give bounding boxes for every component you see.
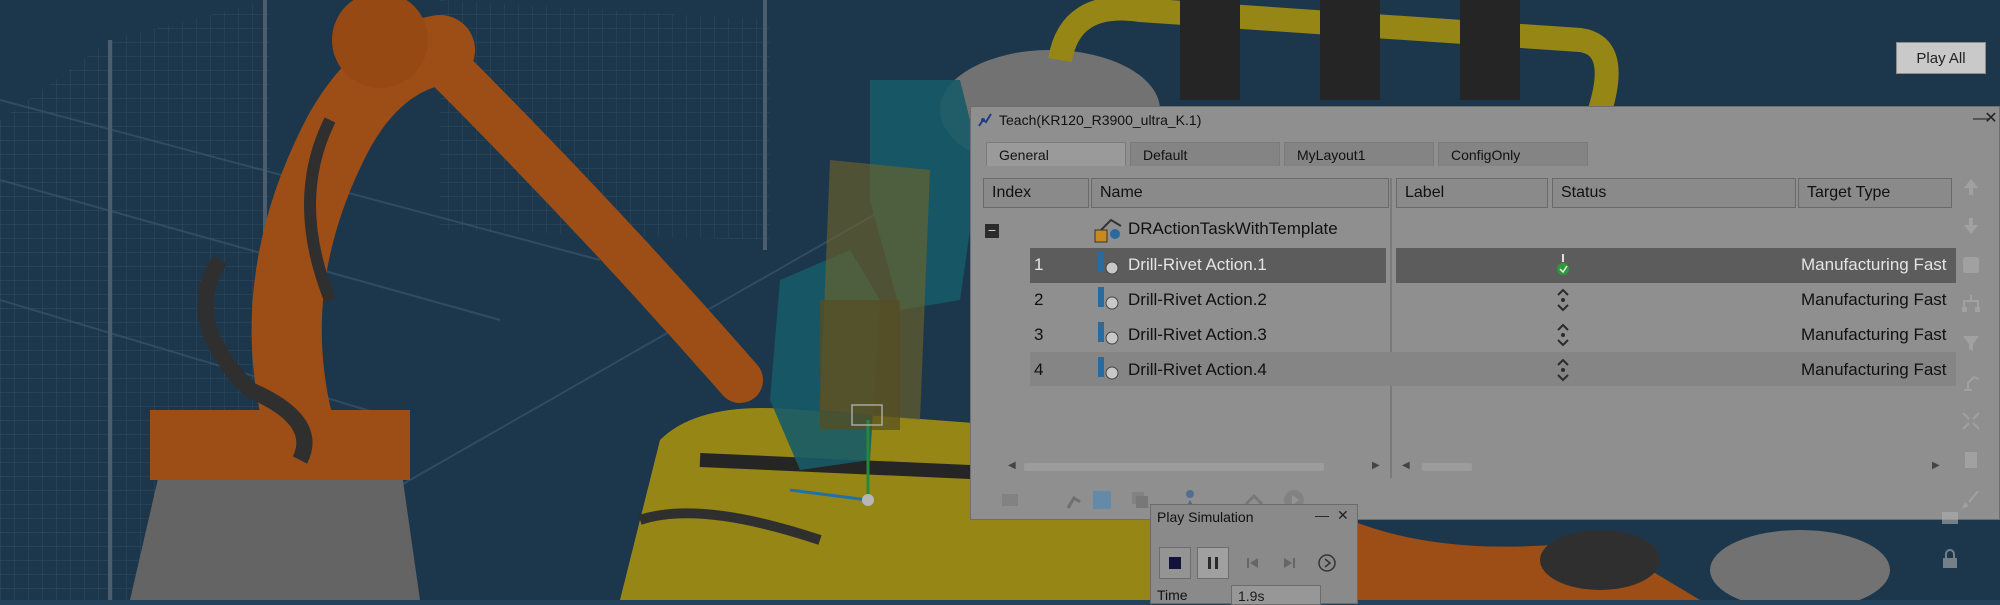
pause-button[interactable] [1197,547,1229,579]
step-back-button[interactable] [1237,547,1269,579]
play-circle-icon [1318,554,1336,572]
column-header-index[interactable]: Index [983,178,1089,208]
tab-mylayout1[interactable]: MyLayout1 [1284,142,1434,166]
step-forward-button[interactable] [1273,547,1305,579]
right-horizontal-scrollbar[interactable]: ◀ ▶ [1402,460,1942,474]
row-target-type: Manufacturing Fast [1801,255,1947,274]
row-name[interactable]: Drill-Rivet Action.1 [1128,255,1267,275]
teach-panel-title: Teach(KR120_R3900_ultra_K.1) [999,112,1202,128]
row-index: 4 [1034,360,1044,379]
row-name[interactable]: Drill-Rivet Action.4 [1128,360,1267,380]
root-task-name[interactable]: DRActionTaskWithTemplate [1128,219,1338,239]
status-pending-icon [1557,358,1569,382]
row-target-type: Manufacturing Fast [1801,290,1947,309]
play-simulation-panel: Play Simulation — ✕ Time 1.9s [1150,504,1358,605]
row-index: 2 [1034,290,1044,309]
column-header-label[interactable]: Label [1396,178,1548,208]
stop-icon [1169,557,1181,569]
column-header-status[interactable]: Status [1552,178,1796,208]
status-pending-icon [1557,288,1569,312]
time-field[interactable]: 1.9s [1231,585,1321,605]
drill-rivet-action-icon [1098,322,1119,345]
column-header-name[interactable]: Name [1091,178,1389,208]
teach-panel: Teach(KR120_R3900_ultra_K.1) — ✕ [970,106,2000,520]
move-down-icon[interactable] [1960,215,1982,237]
lock-icon[interactable] [1938,548,1962,572]
checkbox-tool-icon[interactable] [1090,488,1114,512]
tab-configonly[interactable]: ConfigOnly [1438,142,1588,166]
status-pending-icon [1557,323,1569,347]
drill-rivet-action-icon [1098,357,1119,380]
teach-tabs: General Default MyLayout1 ConfigOnly [986,142,1592,166]
teach-right-toolbar [1960,170,1992,521]
teach-panel-titlebar[interactable]: Teach(KR120_R3900_ultra_K.1) [971,107,1999,133]
scroll-thumb[interactable] [1422,463,1472,471]
row-index: 1 [1034,255,1044,274]
scroll-left-icon[interactable]: ◀ [1008,460,1016,471]
play-all-button[interactable]: Play All [1896,42,1986,74]
close-icon[interactable]: ✕ [1337,507,1349,524]
scroll-right-icon[interactable]: ▶ [1372,460,1380,471]
stop-button[interactable] [1159,547,1191,579]
expand-icon[interactable] [1960,410,1982,432]
column-header-target-type[interactable]: Target Type [1798,178,1952,208]
collapse-toggle[interactable]: − [985,223,999,238]
row-target-type: Manufacturing Fast [1801,325,1947,344]
pane-splitter[interactable] [1390,178,1392,478]
row-name[interactable]: Drill-Rivet Action.2 [1128,290,1267,310]
scroll-left-icon[interactable]: ◀ [1402,460,1410,471]
time-label: Time [1157,587,1188,603]
close-icon[interactable]: ✕ [1981,109,2000,129]
robot-tool-icon[interactable] [1064,488,1088,512]
capture-icon[interactable] [1938,506,1962,530]
drill-rivet-action-icon [1098,287,1119,310]
copy-tool-icon[interactable] [1128,488,1152,512]
play-forward-button[interactable] [1311,547,1343,579]
robot-arm-icon[interactable] [1960,371,1982,393]
table-row-right-selected[interactable] [1396,248,1796,283]
filter-icon[interactable] [1960,332,1982,354]
step-back-icon [1247,558,1258,568]
minimize-button[interactable]: — [1315,507,1329,523]
pause-icon [1208,557,1218,569]
document-icon[interactable] [1960,449,1982,471]
status-active-icon [1557,254,1569,275]
drill-rivet-action-icon [1098,252,1119,275]
tab-default[interactable]: Default [1130,142,1280,166]
pause-node-icon[interactable] [1960,254,1982,276]
scroll-thumb[interactable] [1024,463,1324,471]
teach-app-icon [978,113,992,127]
left-horizontal-scrollbar[interactable]: ◀ ▶ [1008,460,1382,474]
tab-general[interactable]: General [986,142,1126,166]
tree-structure-icon[interactable] [1960,293,1982,315]
scroll-right-icon[interactable]: ▶ [1932,460,1940,471]
step-forward-icon [1284,558,1295,568]
move-up-icon[interactable] [1960,176,1982,198]
row-name[interactable]: Drill-Rivet Action.3 [1128,325,1267,345]
brush-icon[interactable] [1960,488,1982,510]
row-target-type: Manufacturing Fast [1801,360,1947,379]
task-template-icon [1094,218,1122,243]
play-simulation-title: Play Simulation [1157,509,1254,525]
row-index: 3 [1034,325,1044,344]
teach-tool-icon[interactable] [998,488,1022,512]
